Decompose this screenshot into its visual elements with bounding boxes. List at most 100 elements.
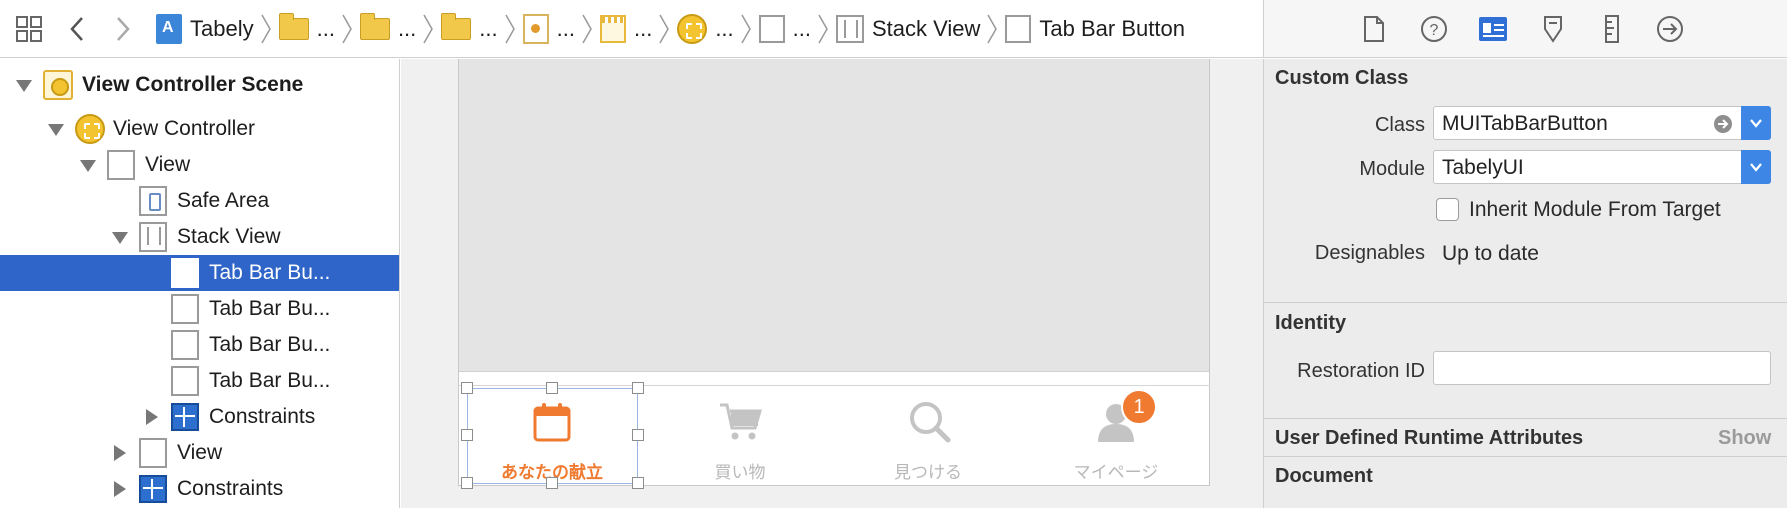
tab-bar-button-discover[interactable]: 見つける [834,398,1022,486]
forward-button[interactable] [110,12,136,46]
inspector-selector-bar: ? [1263,0,1787,58]
outline-row-tab-bar-button-4[interactable]: Tab Bar Bu... [0,363,399,399]
separator-icon [342,14,352,44]
designables-value: Up to date [1442,242,1539,265]
section-divider [1263,418,1787,419]
resize-handle[interactable] [461,382,473,394]
stack-view-icon [836,15,864,43]
tab-bar-button-menu[interactable]: あなたの献立 [458,398,646,486]
ruler-icon [1605,15,1619,43]
grid-icon [16,16,42,42]
related-items-button[interactable] [14,12,44,46]
outline-row-constraints-2[interactable]: Constraints [0,471,399,507]
outline-label: View Controller Scene [82,73,304,96]
breadcrumb-view-controller[interactable]: ... [677,0,734,58]
calendar-icon [533,403,571,442]
folder-icon [441,13,472,40]
identity-inspector-tab[interactable] [1477,13,1509,45]
project-icon [156,14,182,44]
breadcrumb-folder-1[interactable]: ... [278,0,335,58]
resize-handle[interactable] [632,477,644,489]
resize-handle[interactable] [461,477,473,489]
breadcrumb-storyboard[interactable]: ... [599,0,653,58]
show-runtime-attributes-button[interactable]: Show [1718,427,1771,450]
class-value[interactable]: MUITabBarButton [1442,112,1608,135]
breadcrumb-stack-view[interactable]: Stack View [836,0,980,58]
outline-row-tab-bar-button-2[interactable]: Tab Bar Bu... [0,291,399,327]
tab-bar-button-mypage[interactable]: マイページ [1022,398,1210,486]
restoration-id-field[interactable] [1433,351,1771,385]
outline-row-scene[interactable]: View Controller Scene [0,67,399,103]
tab-bar-button-shopping[interactable]: 買い物 [646,398,834,486]
breadcrumb-label: Tab Bar Button [1039,16,1185,41]
disclosure-triangle-icon[interactable] [80,160,96,172]
resize-handle[interactable] [461,429,473,441]
separator-icon [659,14,670,44]
back-button[interactable] [64,12,90,46]
module-value[interactable]: TabelyUI [1442,156,1524,179]
disclosure-triangle-icon[interactable] [114,445,126,461]
attributes-inspector-tab[interactable] [1537,13,1569,45]
breadcrumb-label: Tabely [190,16,254,41]
disclosure-triangle-icon[interactable] [112,232,128,244]
breadcrumb-label: Stack View [872,16,981,41]
inherit-module-label: Inherit Module From Target [1469,198,1721,221]
disclosure-triangle-icon[interactable] [146,409,158,425]
document-outline: View Controller Scene View Controller Vi… [0,59,400,508]
resize-handle[interactable] [632,382,644,394]
chevron-down-icon [1750,163,1762,172]
module-combo-box[interactable]: TabelyUI [1433,150,1771,184]
constraints-icon [139,475,167,503]
tab-label: マイページ [1073,463,1159,482]
breadcrumb-label: ... [556,16,575,41]
resize-handle[interactable] [632,429,644,441]
breadcrumb-project[interactable]: Tabely [156,0,254,58]
chevron-down-icon [1750,119,1762,128]
view-icon [758,15,785,43]
breadcrumb-tab-bar-button[interactable]: Tab Bar Button [1005,0,1185,58]
view-icon [171,294,199,324]
disclosure-triangle-icon[interactable] [16,80,32,92]
view-icon [139,438,167,468]
section-divider [1263,302,1787,303]
custom-class-section-title: Custom Class [1275,67,1409,89]
outline-row-stack-view[interactable]: Stack View [0,219,399,255]
outline-row-tab-bar-button-3[interactable]: Tab Bar Bu... [0,327,399,363]
size-inspector-tab[interactable] [1596,13,1628,45]
resize-handle[interactable] [546,382,558,394]
help-inspector-tab[interactable]: ? [1418,13,1450,45]
breadcrumb: Tabely ... ... ... ... ... ... [156,0,1185,58]
breadcrumb-file[interactable]: ... [522,0,575,58]
outline-label: View [177,441,223,464]
outline-row-view-controller[interactable]: View Controller [0,111,399,147]
breadcrumb-view[interactable]: ... [758,0,811,58]
outline-label: Tab Bar Bu... [209,297,331,320]
outline-row-constraints[interactable]: Constraints [0,399,399,435]
file-inspector-tab[interactable] [1358,13,1390,45]
connections-inspector-tab[interactable] [1654,13,1686,45]
view-icon [171,330,199,360]
class-combo-box[interactable]: MUITabBarButton [1433,106,1771,140]
breadcrumb-folder-2[interactable]: ... [359,0,417,58]
resize-handle[interactable] [546,477,558,489]
outline-row-view-2[interactable]: View [0,435,399,471]
separator-icon [260,14,271,44]
outline-label: Constraints [209,405,316,428]
breadcrumb-label: ... [633,16,653,41]
outline-row-view[interactable]: View [0,147,399,183]
breadcrumb-folder-3[interactable]: ... [441,0,498,58]
breadcrumb-label: ... [316,16,335,41]
inherit-module-checkbox[interactable] [1436,198,1459,221]
separator-icon [818,14,828,44]
class-dropdown-button[interactable] [1741,106,1771,140]
arrow-circle-icon[interactable] [1713,114,1733,134]
disclosure-triangle-icon[interactable] [114,481,126,497]
view-icon [107,150,135,180]
outline-row-safe-area[interactable]: Safe Area [0,183,399,219]
disclosure-triangle-icon[interactable] [48,124,64,136]
outline-label: Tab Bar Bu... [209,369,331,392]
outline-row-tab-bar-button-1[interactable]: Tab Bar Bu... [0,255,399,291]
module-dropdown-button[interactable] [1741,150,1771,184]
module-label: Module [1359,158,1425,180]
breadcrumb-label: ... [397,16,417,41]
